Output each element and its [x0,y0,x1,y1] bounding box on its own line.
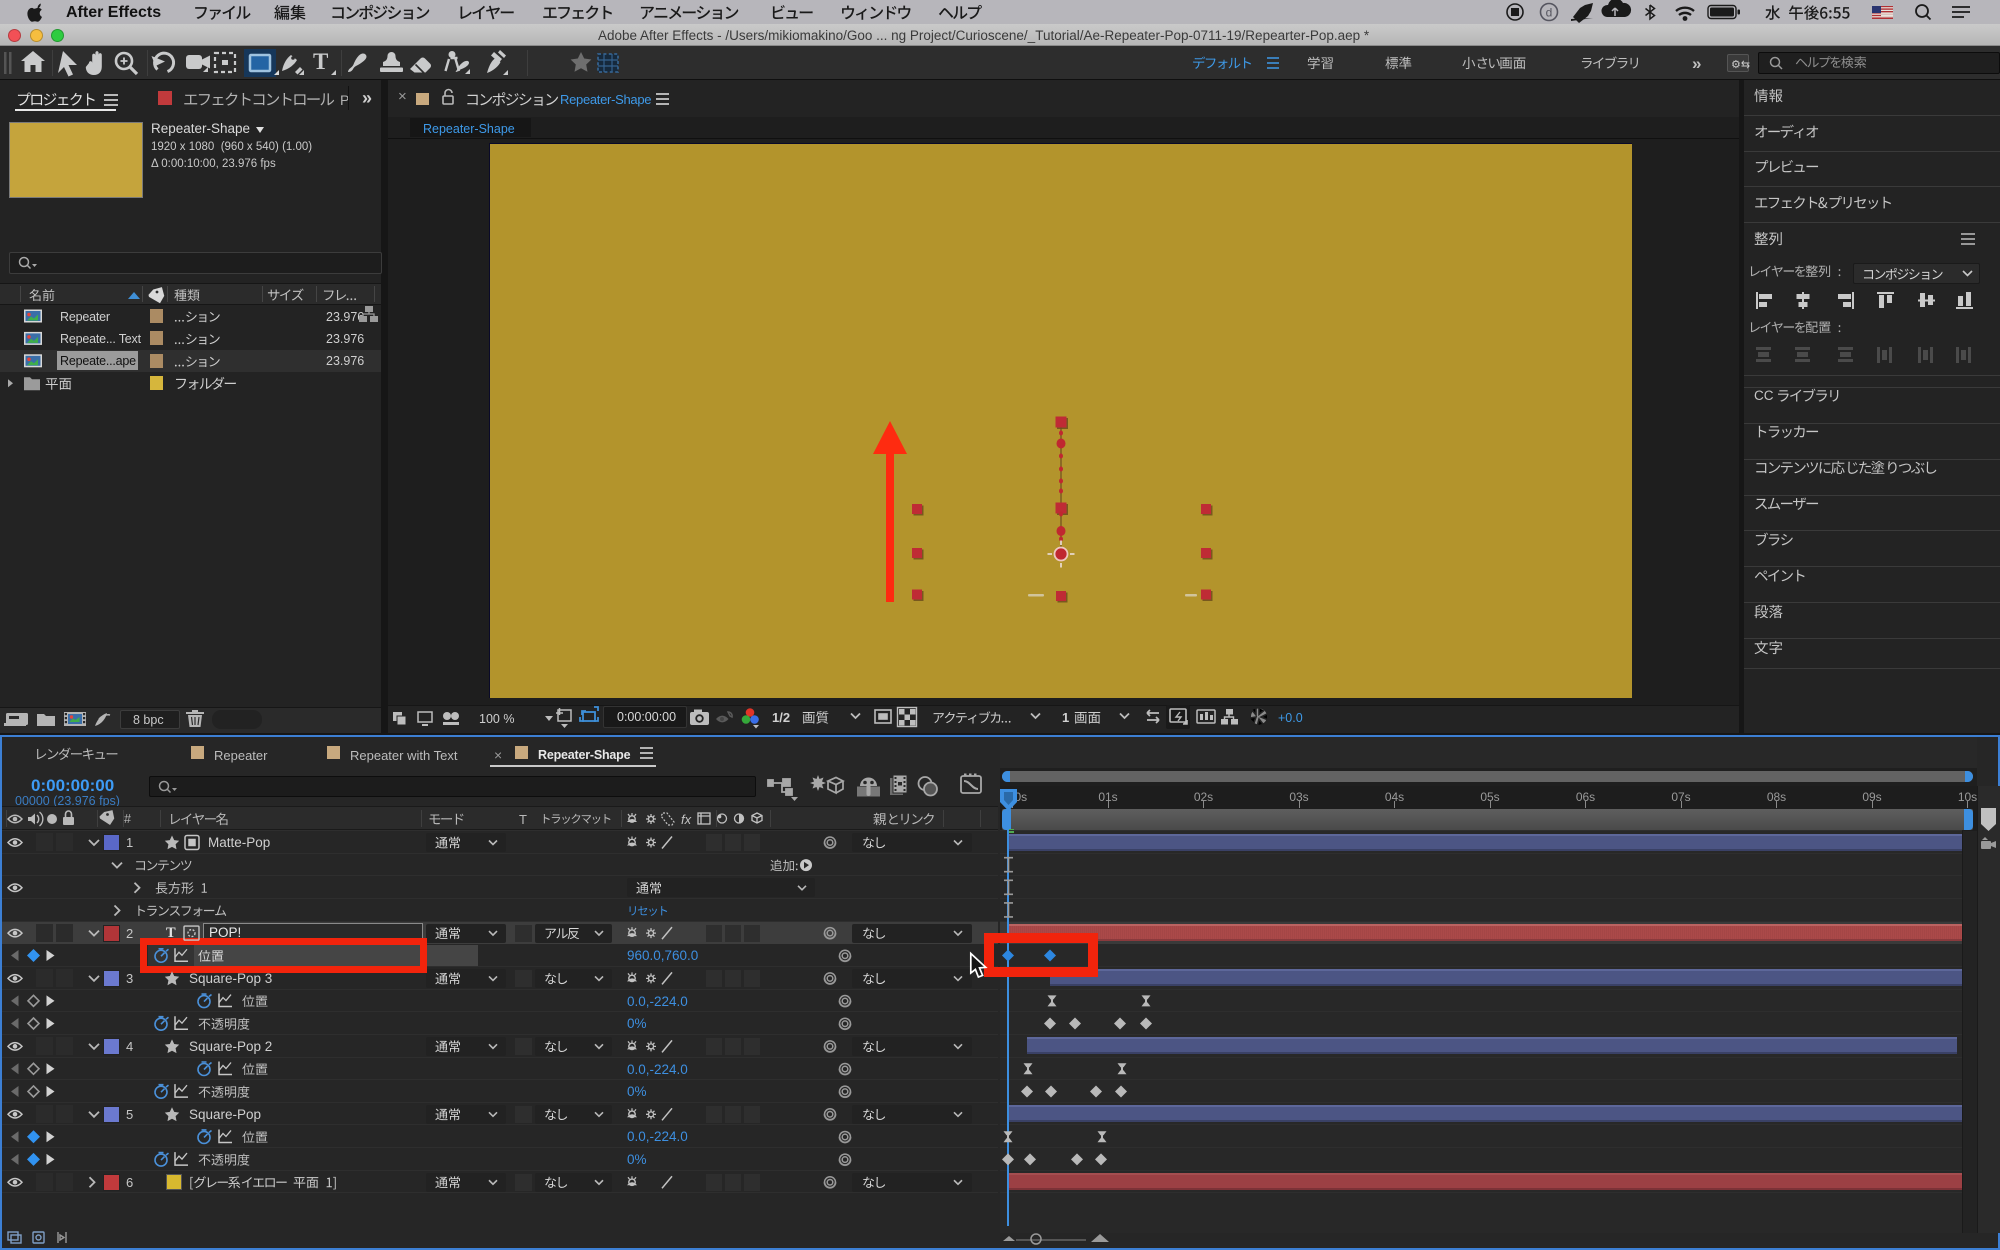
svg-text:d: d [1546,6,1553,20]
svg-text:⚙⇆: ⚙⇆ [1731,59,1750,71]
